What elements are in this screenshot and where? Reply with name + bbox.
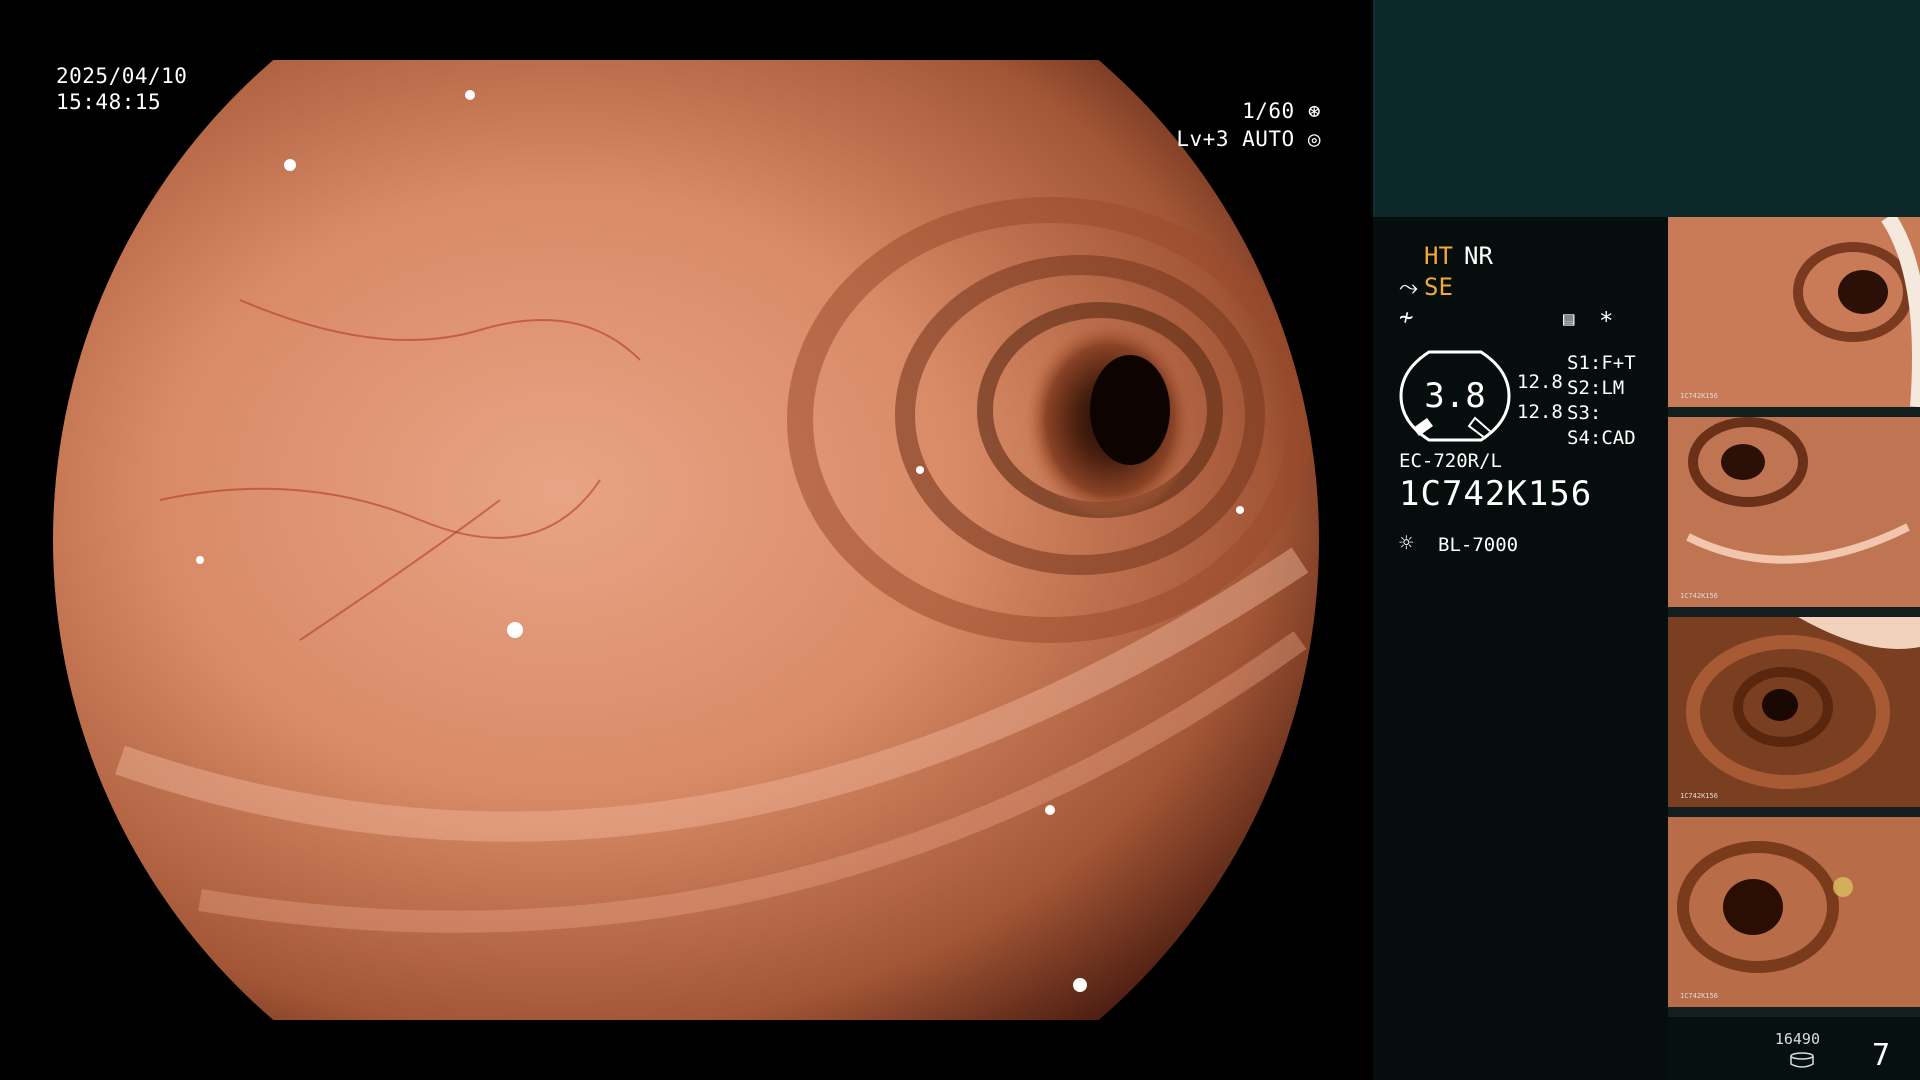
colon-lumen-image [53, 60, 1319, 1020]
settings-card-icon: ▤ [1563, 308, 1575, 330]
thumbnail-image [1668, 817, 1920, 1007]
light-source-model: BL-7000 [1438, 534, 1519, 556]
capture-thumbnail[interactable]: 1C742K156 [1668, 617, 1920, 817]
gauge-top-value: 12.8 [1517, 371, 1563, 393]
shutter-readout: 1/60 ⊛ [1242, 98, 1321, 124]
thumbnail-image [1668, 417, 1920, 607]
switch-s2: S2:LM [1567, 376, 1624, 400]
date-time-readout: 2025/04/10 15:48:15 [56, 63, 187, 115]
panel-top-band [1373, 0, 1920, 217]
asterisk-indicator: * [1599, 307, 1614, 335]
thumbnail-serial: 1C742K156 [1680, 992, 1718, 1000]
auto-iris-icon: ◎ [1307, 127, 1321, 151]
light-source-icon: ☼ [1399, 529, 1414, 557]
info-side-panel: HT NR ⤳ SE ≁ ▤ * 3.8 12.8 12.8 S1:F+T S2… [1373, 0, 1920, 1080]
switch-s3: S3: [1567, 401, 1601, 425]
thumbnail-image [1668, 617, 1920, 807]
thumbnail-serial: 1C742K156 [1680, 792, 1718, 800]
capture-thumbnail[interactable]: 1C742K156 [1668, 817, 1920, 1017]
page-number: 7 [1871, 1038, 1890, 1073]
thumbnail-serial: 1C742K156 [1680, 392, 1718, 400]
switch-s1: S1:F+T [1567, 351, 1636, 375]
s1-value: F+T [1601, 352, 1636, 374]
magnification-gauge: 3.8 [1399, 350, 1511, 442]
level-label: Lv+3 AUTO [1176, 127, 1295, 151]
disk-icon-shape [1790, 1052, 1814, 1068]
capture-thumbnail[interactable]: 1C742K156 [1668, 417, 1920, 617]
time-label: 15:48:15 [56, 90, 162, 114]
s2-value: LM [1601, 377, 1625, 399]
s2-label: S2: [1567, 377, 1602, 399]
capture-thumbnail[interactable]: 1C742K156 [1668, 217, 1920, 417]
freq-icon: ≁ [1399, 303, 1414, 331]
s4-value: CAD [1601, 427, 1636, 449]
image-count: 16490 [1774, 1030, 1820, 1048]
gauge-value: 3.8 [1424, 376, 1486, 416]
ht-indicator: HT [1424, 242, 1453, 270]
shutter-label: 1/60 [1242, 99, 1295, 123]
se-indicator: SE [1424, 273, 1453, 301]
s4-label: S4: [1567, 427, 1602, 449]
disk-icon [1789, 1052, 1815, 1072]
s1-label: S1: [1567, 352, 1602, 374]
scope-serial: 1C742K156 [1399, 474, 1593, 514]
date-label: 2025/04/10 [56, 64, 188, 88]
scope-model: EC-720R/L [1399, 450, 1502, 472]
endoscope-live-view: 2025/04/10 15:48:15 1/60 ⊛ Lv+3 AUTO ◎ [0, 0, 1373, 1080]
gauge-bottom-value: 12.8 [1517, 401, 1563, 423]
capture-thumbnails: 1C742K156 1C742K156 1C742K156 1C742K156 [1668, 217, 1920, 1017]
switch-s4: S4:CAD [1567, 426, 1636, 450]
scissor-icon: ⤳ [1399, 273, 1419, 301]
exposure-level-readout: Lv+3 AUTO ◎ [1176, 126, 1321, 152]
shutter-icon: ⊛ [1307, 99, 1321, 123]
endoscopy-screen: 2025/04/10 15:48:15 1/60 ⊛ Lv+3 AUTO ◎ H… [0, 0, 1920, 1080]
device-info: HT NR ⤳ SE ≁ ▤ * 3.8 12.8 12.8 S1:F+T S2… [1373, 217, 1668, 1080]
thumbnail-serial: 1C742K156 [1680, 592, 1718, 600]
s3-label: S3: [1567, 402, 1602, 424]
nr-indicator: NR [1464, 242, 1493, 270]
thumbnail-image [1668, 217, 1920, 407]
